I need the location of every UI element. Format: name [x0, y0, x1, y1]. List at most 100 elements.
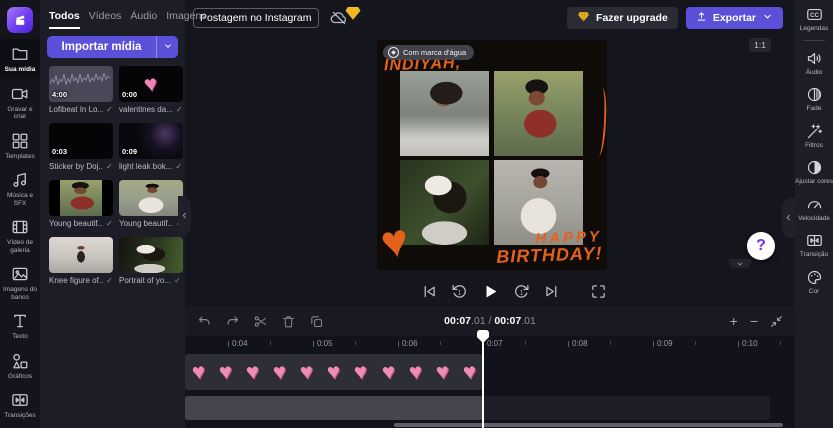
- fade-icon: [806, 86, 823, 103]
- sidebar-item-texto[interactable]: Texto: [0, 306, 40, 346]
- media-item[interactable]: 4:00 Lofibeat In Lo... ✓: [49, 66, 113, 114]
- timeline-ruler[interactable]: 0:04 0:05 0:06 0:07 0:08 0:09 0:10: [185, 336, 795, 352]
- sidebar-item-templates[interactable]: Templates: [0, 126, 40, 166]
- sidebar-item-video-de-galeria[interactable]: Vídeo de galeria: [0, 212, 40, 259]
- properties-item-filtros[interactable]: Filtros: [795, 117, 833, 154]
- properties-item-transicao[interactable]: Transição: [795, 226, 833, 263]
- redo-button[interactable]: [225, 314, 240, 329]
- properties-item-legendas[interactable]: CC Legendas: [795, 0, 833, 37]
- skip-to-start-button[interactable]: [421, 283, 438, 300]
- image-icon: [11, 265, 29, 283]
- sidebar-item-sua-midia[interactable]: Sua mídia: [0, 39, 40, 79]
- sidebar-item-musica-e-sfx[interactable]: Música e SFX: [0, 165, 40, 212]
- ruler-minor-tick: [270, 341, 271, 345]
- divider: [803, 39, 825, 41]
- upload-icon: [696, 11, 707, 25]
- adjust-colors-icon: [806, 159, 823, 176]
- clipchamp-logo-icon[interactable]: [7, 7, 33, 33]
- shapes-icon: [11, 352, 29, 370]
- aspect-ratio-badge[interactable]: 1:1: [749, 38, 771, 52]
- skip-to-end-button[interactable]: [543, 283, 560, 300]
- duplicate-button[interactable]: [309, 314, 324, 329]
- svg-text:1: 1: [519, 290, 523, 296]
- project-title-input[interactable]: [193, 7, 319, 28]
- media-thumbnail[interactable]: [49, 237, 113, 273]
- tab-todos[interactable]: Todos: [49, 10, 80, 29]
- duration-badge: 0:00: [122, 90, 138, 99]
- undo-button[interactable]: [197, 314, 212, 329]
- duration-badge: 4:00: [52, 90, 68, 99]
- properties-sidebar: CC Legendas Áudio Fade Filtros Ajustar c…: [795, 0, 833, 428]
- check-icon: ✓: [175, 105, 183, 114]
- tab-imagens[interactable]: Imagens: [166, 10, 206, 29]
- media-item[interactable]: Knee figure of... ✓: [49, 237, 113, 285]
- check-icon: ✓: [106, 105, 113, 114]
- sidebar-item-kit-da-marca[interactable]: Kit da marca: [0, 425, 40, 428]
- media-thumbnail[interactable]: [49, 180, 113, 216]
- cloud-sync-off-icon[interactable]: [330, 6, 361, 27]
- watermark-chip[interactable]: ◆ Com marca d'água: [383, 45, 475, 60]
- sidebar-item-gravar-e-criar[interactable]: Gravar e criar: [0, 79, 40, 126]
- jump-back-1s-button[interactable]: 1: [451, 283, 468, 300]
- video-clip-hearts[interactable]: ♥ ♥ ♥ ♥ ♥ ♥ ♥ ♥ ♥ ♥ ♥: [185, 354, 483, 390]
- properties-item-fade[interactable]: Fade: [795, 80, 833, 117]
- tab-vídeos[interactable]: Vídeos: [89, 10, 122, 29]
- transition-icon: [11, 391, 29, 409]
- tab-áudio[interactable]: Áudio: [130, 10, 157, 29]
- play-button[interactable]: [481, 282, 500, 301]
- collapse-media-panel-handle[interactable]: [178, 196, 191, 236]
- properties-item-cor[interactable]: Cor: [795, 263, 833, 300]
- media-thumbnail[interactable]: ♥ 0:00: [119, 66, 183, 102]
- fullscreen-button[interactable]: [590, 283, 607, 300]
- chevron-down-icon: [163, 38, 173, 56]
- media-item[interactable]: Young beautif... ✓: [119, 180, 183, 228]
- media-item[interactable]: 0:03 Sticker by Doj... ✓: [49, 123, 113, 171]
- import-media-button[interactable]: Importar mídia: [47, 36, 156, 58]
- import-media-dropdown[interactable]: [156, 36, 178, 58]
- help-collapse-tab[interactable]: [729, 259, 751, 268]
- export-button[interactable]: Exportar: [685, 6, 783, 29]
- audio-clip[interactable]: [185, 396, 483, 420]
- preview-area: 1:1 ◆ Com marca d'água INDIYAH, ♥ HAPPY …: [185, 35, 795, 276]
- topbar-actions: Fazer upgrade Exportar: [567, 6, 795, 29]
- help-button[interactable]: ?: [729, 232, 775, 268]
- sidebar-item-graficos[interactable]: Gráficos: [0, 346, 40, 386]
- ruler-label: 0:07: [483, 339, 503, 348]
- media-item[interactable]: Young beautif... ✓: [49, 180, 113, 228]
- media-thumbnail[interactable]: 4:00: [49, 66, 113, 102]
- chevron-down-icon: [762, 11, 773, 25]
- media-thumbnail[interactable]: 0:03: [49, 123, 113, 159]
- media-thumbnail[interactable]: 0:09: [119, 123, 183, 159]
- split-scissors-button[interactable]: [253, 314, 268, 329]
- jump-forward-1s-button[interactable]: 1: [513, 283, 530, 300]
- upgrade-button[interactable]: Fazer upgrade: [567, 6, 678, 29]
- ruler-label: 0:04: [228, 339, 248, 348]
- properties-item-velocidade[interactable]: Velocidade: [795, 190, 833, 227]
- check-icon: ✓: [106, 276, 113, 285]
- delete-button[interactable]: [281, 314, 296, 329]
- zoom-to-fit-button[interactable]: [770, 315, 783, 328]
- chevron-left-icon: [784, 209, 793, 227]
- duration-badge: 0:03: [52, 147, 68, 156]
- media-item[interactable]: 0:09 light leak bok... ✓: [119, 123, 183, 171]
- zoom-out-button[interactable]: −: [750, 314, 758, 328]
- media-thumbnail[interactable]: [119, 180, 183, 216]
- timeline-toolbar: 00:07.01 / 00:07.01 + −: [185, 306, 795, 336]
- zoom-in-button[interactable]: +: [730, 314, 738, 328]
- media-item[interactable]: ♥ 0:00 valentines da... ✓: [119, 66, 183, 114]
- top-bar: Fazer upgrade Exportar: [185, 0, 795, 35]
- ruler-minor-tick: [440, 341, 441, 345]
- sidebar-item-transicoes[interactable]: Transições: [0, 385, 40, 425]
- media-item[interactable]: Portrait of yo... ✓: [119, 237, 183, 285]
- expand-properties-panel-handle[interactable]: [782, 198, 795, 238]
- speaker-icon: [806, 50, 823, 67]
- sidebar-item-imagens-do-banco[interactable]: Imagens do banco: [0, 259, 40, 306]
- properties-item-ajustar-cores[interactable]: Ajustar cores: [795, 153, 833, 190]
- playhead-line: [482, 332, 484, 428]
- svg-text:1: 1: [457, 290, 461, 296]
- video-canvas[interactable]: ◆ Com marca d'água INDIYAH, ♥ HAPPY BIRT…: [377, 40, 607, 270]
- media-thumbnail[interactable]: [119, 237, 183, 273]
- properties-item-audio[interactable]: Áudio: [795, 44, 833, 81]
- ruler-label: 0:06: [398, 339, 418, 348]
- timeline-scrollbar[interactable]: [394, 423, 783, 427]
